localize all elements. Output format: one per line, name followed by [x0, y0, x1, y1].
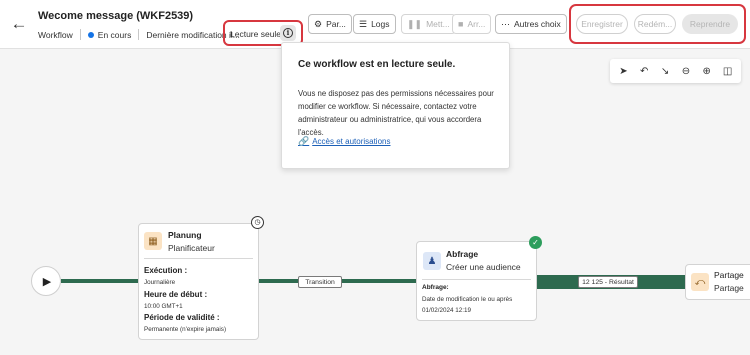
share-icon: ⤺ — [691, 273, 709, 291]
execution-value: Journalière — [144, 279, 176, 286]
params-label: Par... — [326, 19, 346, 29]
scheduler-title: Planung — [168, 230, 202, 240]
readonly-popover: Ce workflow est en lecture seule. Vous n… — [281, 42, 510, 169]
logs-button[interactable]: ☰ Logs — [353, 14, 396, 34]
query-detail-label: Abfrage: — [422, 284, 449, 291]
popover-title: Ce workflow est en lecture seule. — [298, 59, 456, 70]
stop-button[interactable]: ■ Arr... — [452, 14, 492, 34]
start-time-value: 10:00 GMT+1 — [144, 303, 183, 310]
result-tag[interactable]: 12 125 - Résultat — [578, 276, 638, 288]
resume-button[interactable]: Reprendre — [682, 14, 738, 34]
canvas-toolbar: ➤ ↶ ↘ ⊖ ⊕ ◫ — [610, 59, 741, 83]
play-icon: ▶ — [42, 275, 52, 288]
collapse-icon[interactable]: ↘ — [656, 66, 674, 77]
scheduler-subtitle: Planificateur — [168, 243, 215, 253]
calendar-icon: ▦ — [144, 232, 162, 250]
query-subtitle: Créer une audience — [446, 262, 521, 272]
params-button[interactable]: ⚙ Par... — [308, 14, 352, 34]
transition-tag[interactable]: Transition — [298, 276, 342, 288]
workflow-meta: Workflow En cours Dernière modification … — [38, 29, 240, 40]
back-arrow-icon[interactable]: ← — [10, 15, 28, 33]
execution-label: Exécution : — [144, 266, 188, 275]
gears-icon: ⚙ — [314, 19, 323, 29]
start-button[interactable]: ▶ — [31, 266, 61, 296]
stop-icon: ■ — [458, 19, 464, 29]
panel-icon[interactable]: ◫ — [719, 66, 737, 77]
logs-icon: ☰ — [359, 19, 368, 29]
readonly-label: Lecture seule — [230, 29, 282, 39]
query-title: Abfrage — [446, 249, 479, 259]
save-button[interactable]: Enregistrer — [576, 14, 628, 34]
query-detail-line1: Date de modification le ou après — [422, 296, 513, 303]
audience-icon: ♟ — [423, 252, 441, 270]
divider — [79, 29, 81, 40]
pointer-icon[interactable]: ➤ — [614, 66, 632, 77]
clock-icon: ◷ — [251, 216, 264, 229]
logs-label: Logs — [371, 19, 390, 29]
share-subtitle: Partage — [714, 283, 744, 293]
info-icon: i — [283, 28, 293, 38]
connector-line — [61, 279, 138, 283]
info-button[interactable]: i — [280, 25, 296, 41]
share-title: Partage — [714, 270, 744, 280]
pause-icon: ❚❚ — [407, 19, 423, 29]
start-time-label: Heure de début : — [144, 290, 208, 299]
popover-body: Vous ne disposez pas des permissions néc… — [298, 89, 494, 137]
workflow-type: Workflow — [38, 29, 73, 40]
divider — [144, 258, 253, 259]
zoom-in-icon[interactable]: ⊕ — [698, 66, 716, 77]
query-detail-line2: 01/02/2024 12:19 — [422, 307, 472, 314]
more-icon: ⋯ — [501, 19, 510, 29]
status-badge: En cours — [97, 29, 132, 40]
divider — [422, 279, 531, 280]
pause-button[interactable]: ❚❚ Mett... — [401, 14, 456, 34]
validity-label: Période de validité : — [144, 313, 220, 322]
more-label: Autres choix — [514, 19, 561, 29]
zoom-out-icon[interactable]: ⊖ — [677, 66, 695, 77]
success-check-icon: ✓ — [529, 236, 542, 249]
pause-label: Mett... — [426, 19, 450, 29]
link-icon: 🔗 — [298, 136, 310, 146]
workflow-title: Wecome message (WKF2539) — [38, 10, 194, 22]
access-permissions-label: Accès et autorisations — [312, 137, 391, 146]
more-options-button[interactable]: ⋯ Autres choix — [495, 14, 567, 34]
validity-value: Permanente (n'expire jamais) — [144, 326, 227, 333]
restart-button[interactable]: Redém... — [634, 14, 676, 34]
status-dot-icon — [87, 31, 94, 38]
stop-label: Arr... — [467, 19, 486, 29]
undo-icon[interactable]: ↶ — [635, 66, 653, 77]
divider — [138, 29, 140, 40]
access-permissions-link[interactable]: 🔗 Accès et autorisations — [298, 136, 390, 147]
